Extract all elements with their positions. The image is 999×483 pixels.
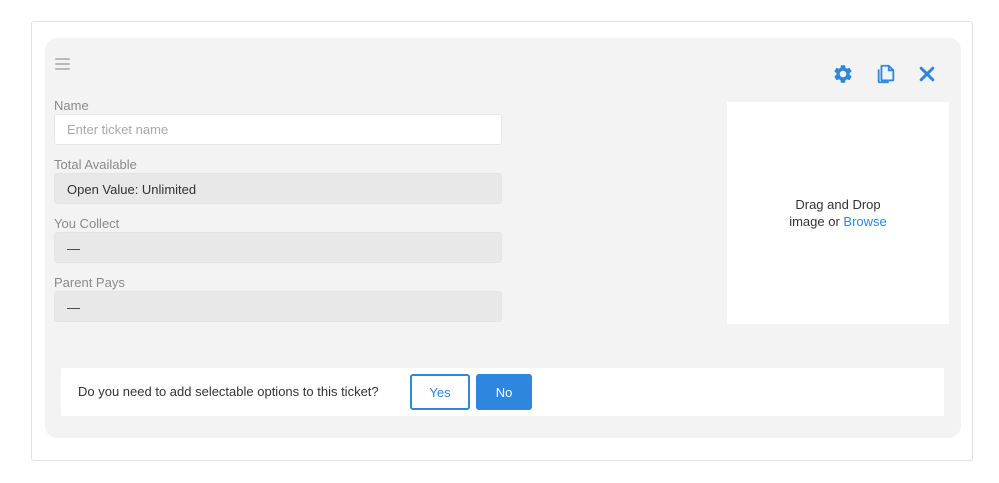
gear-icon[interactable]	[831, 62, 855, 86]
ticket-name-input[interactable]	[54, 114, 502, 145]
you-collect-label: You Collect	[54, 216, 120, 231]
parent-pays-label: Parent Pays	[54, 275, 125, 290]
copy-icon-svg	[877, 64, 895, 84]
close-icon[interactable]	[915, 62, 939, 86]
browse-link[interactable]: Browse	[843, 214, 886, 229]
total-available-label: Total Available	[54, 157, 137, 172]
gear-icon-svg	[834, 65, 852, 83]
you-collect-field: —	[54, 232, 502, 263]
close-icon-svg	[919, 66, 935, 82]
total-available-field: Open Value: Unlimited	[54, 173, 502, 204]
options-question-bar: Do you need to add selectable options to…	[61, 368, 944, 416]
dropzone-subtitle-prefix: image or	[789, 214, 844, 229]
ticket-card: Name Total Available Open Value: Unlimit…	[45, 38, 961, 438]
options-question-text: Do you need to add selectable options to…	[78, 384, 379, 399]
dropzone-subtitle: image or Browse	[789, 213, 887, 230]
no-button[interactable]: No	[476, 374, 532, 410]
dropzone-title: Drag and Drop	[795, 197, 881, 212]
drag-handle-icon[interactable]	[55, 58, 70, 70]
parent-pays-field: —	[54, 291, 502, 322]
image-dropzone[interactable]: Drag and Drop image or Browse	[727, 102, 949, 324]
yes-button[interactable]: Yes	[410, 374, 470, 410]
copy-icon[interactable]	[874, 62, 898, 86]
name-label: Name	[54, 98, 89, 113]
